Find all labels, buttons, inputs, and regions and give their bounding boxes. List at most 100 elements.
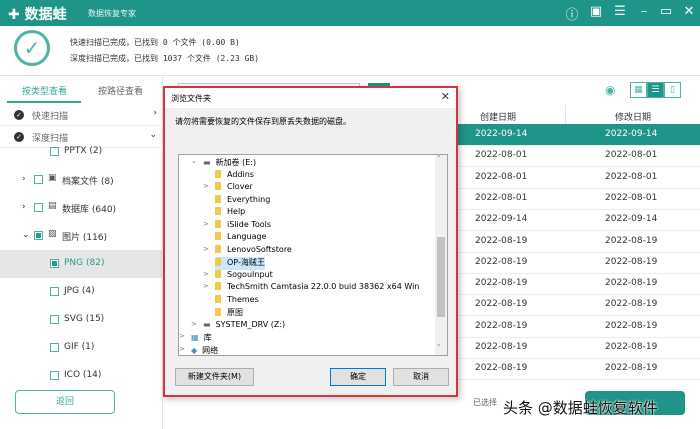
checkbox[interactable] (50, 259, 59, 268)
maximize-icon[interactable]: ▭ (657, 4, 675, 19)
folder-icon (215, 282, 221, 290)
folder-label: SYSTEM_DRV (Z:) (215, 319, 286, 329)
checkbox[interactable] (50, 343, 59, 352)
minimize-icon[interactable]: – (635, 4, 653, 19)
folder-item[interactable]: > ▬ SYSTEM_DRV (Z:) (191, 319, 286, 333)
folder-item[interactable]: > LenovoSoftstore (203, 244, 292, 258)
scroll-down-icon[interactable]: ˅ (437, 344, 441, 352)
folder-item[interactable]: > TechSmith Camtasia 22.0.0 buid 38362 x6… (203, 282, 420, 295)
folder-item[interactable]: > Clover (203, 182, 253, 195)
folder-tree[interactable]: ˄ ˅ ⌄ ▬ 新加卷 (E:) Addins > Clover Everything Hel… (178, 154, 448, 356)
expand-icon[interactable]: > (203, 270, 209, 278)
folder-item[interactable]: > SogouInput (203, 269, 273, 283)
folder-label: 原图 (227, 308, 243, 317)
cancel-button[interactable]: 取消 (393, 368, 449, 386)
preview-eye-icon[interactable]: ◉ (605, 83, 615, 97)
drive-icon: ▬ (203, 158, 211, 167)
expand-icon[interactable]: > (203, 220, 209, 228)
selected-count: 已选择 (473, 398, 497, 407)
back-button[interactable]: 返回 (15, 390, 115, 414)
tree-item[interactable]: PNG (82) (0, 250, 163, 278)
checkbox[interactable] (50, 147, 59, 156)
folder-item[interactable]: OP-海贼王 (215, 257, 265, 270)
ok-button[interactable]: 确定 (330, 368, 386, 386)
folder-item[interactable]: Help (215, 207, 245, 220)
folder-label: Help (227, 207, 246, 216)
expand-icon[interactable]: > (179, 345, 185, 353)
tree-item-label: JPG (4) (64, 286, 95, 296)
expand-arrow-icon[interactable]: ⌄ (22, 230, 30, 240)
tab-by-type[interactable]: 按类型查看 (22, 84, 67, 97)
grid-view-button[interactable]: ▦ (630, 82, 647, 98)
expand-arrow-icon[interactable]: › (22, 202, 26, 212)
tree-item[interactable]: ⌄ ▨ 图片 (116) (0, 222, 163, 250)
modified-date: 2022-08-01 (605, 171, 658, 182)
detail-view-button[interactable]: ▯ (664, 82, 681, 98)
tree-item[interactable]: PPTX (2) (0, 138, 163, 166)
expand-icon[interactable]: > (191, 320, 197, 328)
folder-icon (215, 219, 221, 228)
folder-item[interactable]: ⌄ ▬ 新加卷 (E:) (191, 157, 256, 170)
checkbox[interactable] (50, 315, 59, 324)
expand-icon[interactable]: > (203, 245, 209, 253)
checkbox[interactable] (50, 371, 59, 380)
folder-item[interactable]: Themes (215, 294, 259, 308)
help-icon[interactable]: ⓘ (563, 4, 581, 23)
modified-date: 2022-09-14 (605, 214, 658, 225)
network-icon: ◆ (191, 345, 198, 355)
checkbox[interactable] (34, 231, 43, 240)
folder-item[interactable]: > ◆ 网络 (179, 345, 219, 358)
scrollbar-thumb[interactable] (437, 237, 445, 317)
expand-icon[interactable]: ⌄ (191, 157, 197, 165)
checkbox[interactable] (34, 175, 43, 184)
folder-item[interactable]: 原图 (215, 307, 243, 320)
folder-icon (215, 194, 221, 203)
checkbox[interactable] (34, 203, 43, 212)
expand-arrow-icon[interactable]: › (22, 174, 26, 184)
tree-item-label: 档案文件 (8) (62, 177, 114, 187)
scan-summary (0, 26, 700, 76)
folder-item[interactable]: > ▦ 库 (179, 332, 212, 345)
list-view-button[interactable]: ☰ (647, 82, 664, 98)
file-type-icon: ▨ (48, 229, 57, 239)
tree-item[interactable]: ICO (14) (0, 362, 163, 390)
app-name: 数据蛙 (24, 7, 67, 23)
tree-item[interactable]: GIF (1) (0, 334, 163, 362)
tree-item-label: GIF (1) (64, 342, 95, 352)
folder-label: 网络 (202, 345, 219, 355)
checkbox[interactable] (50, 287, 59, 296)
quick-scan-item[interactable]: ✓ 快速扫描 › (0, 104, 163, 126)
tab-by-path[interactable]: 按路径查看 (98, 84, 143, 97)
tree-item[interactable]: JPG (4) (0, 278, 163, 306)
created-date: 2022-09-14 (475, 129, 528, 139)
tree-item[interactable]: SVG (15) (0, 306, 163, 334)
folder-item[interactable]: Everything (215, 194, 270, 208)
col-modified[interactable]: 修改日期 (615, 110, 651, 123)
created-date: 2022-09-14 (475, 214, 528, 225)
folder-item[interactable]: > iSlide Tools (203, 219, 271, 233)
col-created[interactable]: 创建日期 (480, 110, 516, 123)
modified-date: 2022-08-19 (605, 278, 658, 289)
menu-icon[interactable]: ☰ (611, 4, 629, 19)
folder-icon (215, 308, 221, 316)
tree-item[interactable]: › ▤ 数据库 (640) (0, 194, 163, 222)
expand-icon[interactable]: > (203, 282, 209, 290)
modified-date: 2022-08-19 (605, 299, 658, 310)
file-type-icon: ▤ (48, 201, 57, 211)
folder-label: TechSmith Camtasia 22.0.0 buid 38362 x64… (227, 282, 420, 291)
modified-date: 2022-08-19 (605, 235, 658, 246)
close-icon[interactable]: ✕ (680, 4, 698, 19)
scan-label: 快速扫描 (32, 112, 69, 122)
expand-icon[interactable]: > (203, 182, 209, 190)
created-date: 2022-08-01 (475, 192, 528, 203)
tree-item[interactable]: › ▣ 档案文件 (8) (0, 166, 163, 194)
save-icon[interactable]: ▣ (587, 4, 605, 19)
close-icon[interactable]: ✕ (441, 90, 450, 103)
new-folder-button[interactable]: 新建文件夹(M) (175, 368, 254, 386)
expand-icon[interactable]: > (179, 332, 185, 340)
folder-item[interactable]: Language (215, 232, 266, 245)
deep-scan-status: 深度扫描已完成，已找到 1037 个文件 (2.23 GB) (70, 54, 260, 63)
folder-icon (215, 207, 221, 215)
scroll-up-icon[interactable]: ˄ (437, 155, 441, 163)
folder-item[interactable]: Addins (215, 169, 254, 183)
